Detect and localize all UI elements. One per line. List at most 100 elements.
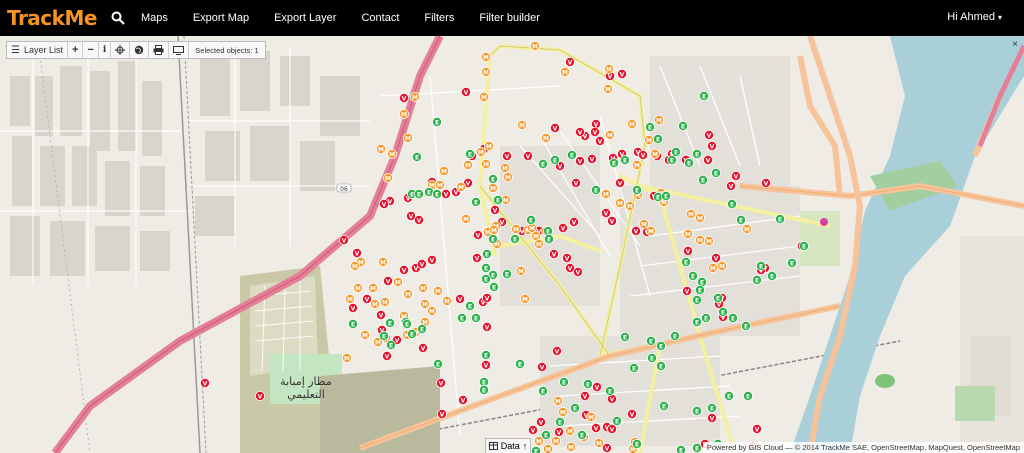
orange-marker[interactable]: M — [379, 296, 390, 307]
red-marker[interactable]: V — [481, 292, 492, 303]
orange-marker[interactable]: M — [558, 406, 569, 417]
orange-marker[interactable]: M — [402, 288, 413, 299]
green-marker[interactable]: E — [659, 400, 670, 411]
map-canvas[interactable]: 06 مطار إمبابة التعليمي V V V V V V V V V V V V V V V V… — [0, 36, 1024, 453]
orange-marker[interactable]: M — [441, 295, 452, 306]
orange-marker[interactable]: M — [708, 262, 719, 273]
red-marker[interactable]: V — [254, 390, 265, 401]
red-marker[interactable]: V — [351, 247, 362, 258]
green-marker[interactable]: E — [727, 198, 738, 209]
orange-marker[interactable]: M — [530, 41, 541, 51]
green-marker[interactable]: E — [555, 416, 566, 427]
green-marker[interactable]: E — [671, 147, 682, 158]
red-marker[interactable]: V — [199, 377, 210, 388]
orange-marker[interactable]: M — [695, 212, 706, 223]
green-marker[interactable]: E — [707, 402, 718, 413]
green-marker[interactable]: E — [713, 292, 724, 303]
green-marker[interactable]: E — [488, 281, 499, 292]
red-marker[interactable]: V — [592, 381, 603, 392]
red-marker[interactable]: V — [537, 361, 548, 372]
red-marker[interactable]: V — [638, 150, 649, 161]
orange-marker[interactable]: M — [565, 425, 576, 436]
green-marker[interactable]: E — [509, 233, 520, 244]
orange-marker[interactable]: M — [349, 260, 360, 271]
green-marker[interactable]: E — [692, 294, 703, 305]
green-marker[interactable]: E — [416, 323, 427, 334]
red-marker[interactable]: V — [590, 127, 601, 138]
red-marker[interactable]: V — [617, 69, 628, 80]
orange-marker[interactable]: M — [517, 120, 528, 131]
red-marker[interactable]: V — [683, 245, 694, 256]
green-marker[interactable]: E — [661, 190, 672, 201]
trackme-logo[interactable]: TrackMe — [7, 6, 97, 30]
zoom-out-button[interactable]: − — [83, 42, 99, 58]
green-marker[interactable]: E — [632, 438, 643, 449]
green-marker[interactable]: E — [470, 196, 481, 207]
orange-marker[interactable]: M — [352, 282, 363, 293]
orange-marker[interactable]: M — [695, 234, 706, 245]
green-marker[interactable]: E — [550, 155, 561, 166]
orange-marker[interactable]: M — [417, 282, 428, 293]
red-marker[interactable]: V — [528, 424, 539, 435]
red-marker[interactable]: V — [398, 264, 409, 275]
red-marker[interactable]: V — [481, 321, 492, 332]
green-marker[interactable]: E — [487, 173, 498, 184]
red-marker[interactable]: V — [554, 426, 565, 437]
red-marker[interactable]: V — [361, 293, 372, 304]
orange-marker[interactable]: M — [488, 224, 499, 235]
green-marker[interactable]: E — [698, 174, 709, 185]
green-marker[interactable]: E — [464, 149, 475, 160]
red-marker[interactable]: V — [416, 258, 427, 269]
red-marker[interactable]: V — [602, 442, 613, 453]
orange-marker[interactable]: M — [553, 395, 564, 406]
green-marker[interactable]: E — [464, 300, 475, 311]
red-marker[interactable]: V — [523, 151, 534, 162]
red-marker[interactable]: V — [381, 350, 392, 361]
orange-marker[interactable]: M — [462, 160, 473, 171]
green-marker[interactable]: E — [656, 360, 667, 371]
green-marker[interactable]: E — [711, 167, 722, 178]
orange-marker[interactable]: M — [625, 200, 636, 211]
orange-marker[interactable]: M — [398, 109, 409, 120]
orange-marker[interactable]: M — [604, 63, 615, 74]
green-marker[interactable]: E — [567, 150, 578, 161]
green-marker[interactable]: E — [620, 331, 631, 342]
orange-marker[interactable]: M — [683, 228, 694, 239]
red-marker[interactable]: V — [704, 130, 715, 141]
red-marker[interactable]: V — [711, 252, 722, 263]
orange-marker[interactable]: M — [586, 411, 597, 422]
red-marker[interactable]: V — [627, 408, 638, 419]
print-button[interactable] — [149, 42, 170, 58]
green-marker[interactable]: E — [692, 405, 703, 416]
green-marker[interactable]: E — [775, 213, 786, 224]
orange-marker[interactable]: M — [603, 84, 614, 95]
green-marker[interactable]: E — [699, 91, 710, 102]
orange-marker[interactable]: M — [639, 218, 650, 229]
green-marker[interactable]: E — [480, 262, 491, 273]
globe-button[interactable] — [130, 42, 150, 58]
red-marker[interactable]: V — [575, 127, 586, 138]
green-marker[interactable]: E — [478, 384, 489, 395]
orange-marker[interactable]: M — [455, 181, 466, 192]
green-marker[interactable]: E — [378, 330, 389, 341]
orange-marker[interactable]: M — [717, 260, 728, 271]
green-marker[interactable]: E — [688, 270, 699, 281]
green-marker[interactable]: E — [656, 340, 667, 351]
orange-marker[interactable]: M — [359, 329, 370, 340]
red-marker[interactable]: V — [382, 275, 393, 286]
nav-contact[interactable]: Contact — [361, 12, 399, 24]
red-marker[interactable]: V — [471, 252, 482, 263]
nav-maps[interactable]: Maps — [141, 12, 168, 24]
green-marker[interactable]: E — [384, 317, 395, 328]
search-icon[interactable] — [111, 11, 125, 25]
green-marker[interactable]: E — [605, 385, 616, 396]
orange-marker[interactable]: M — [627, 119, 638, 130]
green-marker[interactable]: E — [629, 362, 640, 373]
orange-marker[interactable]: M — [686, 208, 697, 219]
data-tab[interactable]: Data ↑ — [485, 438, 531, 453]
green-marker[interactable]: E — [756, 260, 767, 271]
red-marker[interactable]: V — [591, 422, 602, 433]
green-marker[interactable]: E — [678, 121, 689, 132]
red-marker[interactable]: V — [752, 423, 763, 434]
nav-export-map[interactable]: Export Map — [193, 12, 249, 24]
